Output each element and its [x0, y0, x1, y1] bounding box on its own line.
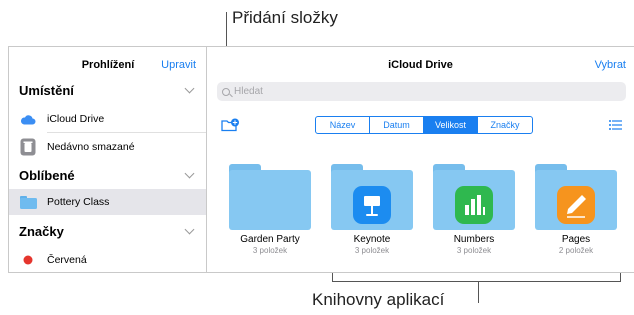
select-button[interactable]: Vybrat — [595, 59, 626, 71]
callout-bracket-line — [332, 281, 621, 282]
sidebar-item-icloud-drive[interactable]: iCloud Drive — [19, 106, 206, 132]
section-locations-label: Umístění — [19, 83, 74, 98]
sidebar-item-recently-deleted[interactable]: Nedávno smazané — [19, 134, 206, 160]
search-placeholder: Hledat — [234, 86, 263, 97]
folder-count: 3 položek — [252, 246, 288, 255]
files-app-window: Prohlížení Upravit Umístění iCloud Drive… — [8, 46, 634, 273]
sidebar-item-label: iCloud Drive — [47, 113, 105, 125]
folder-pages[interactable] — [535, 164, 617, 230]
folder-garden-party[interactable] — [229, 164, 311, 230]
callout-bracket-stem — [478, 281, 479, 303]
section-tags[interactable]: Značky — [19, 224, 196, 239]
search-input[interactable]: Hledat — [217, 82, 626, 101]
section-favorites[interactable]: Oblíbené — [19, 168, 196, 183]
sidebar-item-tag-red[interactable]: Červená — [19, 247, 206, 272]
sidebar-item-label: Pottery Class — [47, 196, 110, 208]
folder-icon — [19, 193, 37, 211]
folder-keynote[interactable] — [331, 164, 413, 230]
tab-sort-tags[interactable]: Značky — [478, 117, 532, 133]
cloud-icon — [19, 110, 37, 128]
callout-app-libraries: Knihovny aplikací — [312, 290, 445, 309]
folder-count: 3 položek — [354, 246, 390, 255]
keynote-app-icon — [353, 186, 391, 224]
edit-button[interactable]: Upravit — [161, 59, 196, 71]
chevron-down-icon — [184, 224, 195, 235]
page-title: iCloud Drive — [388, 59, 453, 71]
trash-icon — [19, 138, 37, 156]
callout-add-folder: Přidání složky — [232, 8, 338, 27]
folder-name: Keynote — [353, 234, 391, 245]
sidebar-item-pottery-class[interactable]: Pottery Class — [9, 189, 206, 215]
chevron-down-icon — [184, 83, 195, 94]
folder-name: Pages — [561, 234, 591, 245]
folder-name: Garden Party — [240, 234, 300, 245]
folder-name: Numbers — [453, 234, 495, 245]
tab-sort-name[interactable]: Název — [316, 117, 370, 133]
sidebar-item-label: Červená — [47, 254, 87, 266]
sort-segmented-control: Název Datum Velikost Značky — [315, 116, 533, 134]
divider — [47, 132, 206, 133]
section-tags-label: Značky — [19, 224, 64, 239]
folder-numbers[interactable] — [433, 164, 515, 230]
tab-sort-size[interactable]: Velikost — [424, 117, 478, 133]
section-favorites-label: Oblíbené — [19, 168, 75, 183]
folder-body — [229, 170, 311, 230]
search-icon — [222, 87, 230, 96]
new-folder-icon[interactable] — [221, 118, 239, 132]
pages-app-icon — [557, 186, 595, 224]
list-view-icon[interactable] — [609, 120, 622, 130]
folder-count: 3 položek — [456, 246, 492, 255]
main-content: iCloud Drive Vybrat Hledat Název Datum V… — [207, 47, 634, 272]
section-locations[interactable]: Umístění — [19, 83, 196, 98]
sidebar-item-label: Nedávno smazané — [47, 141, 135, 153]
folder-count: 2 položek — [558, 246, 594, 255]
chevron-down-icon — [184, 168, 195, 179]
sidebar: Prohlížení Upravit Umístění iCloud Drive… — [9, 47, 207, 272]
tab-sort-date[interactable]: Datum — [370, 117, 424, 133]
numbers-app-icon — [455, 186, 493, 224]
red-dot-icon — [19, 251, 37, 269]
